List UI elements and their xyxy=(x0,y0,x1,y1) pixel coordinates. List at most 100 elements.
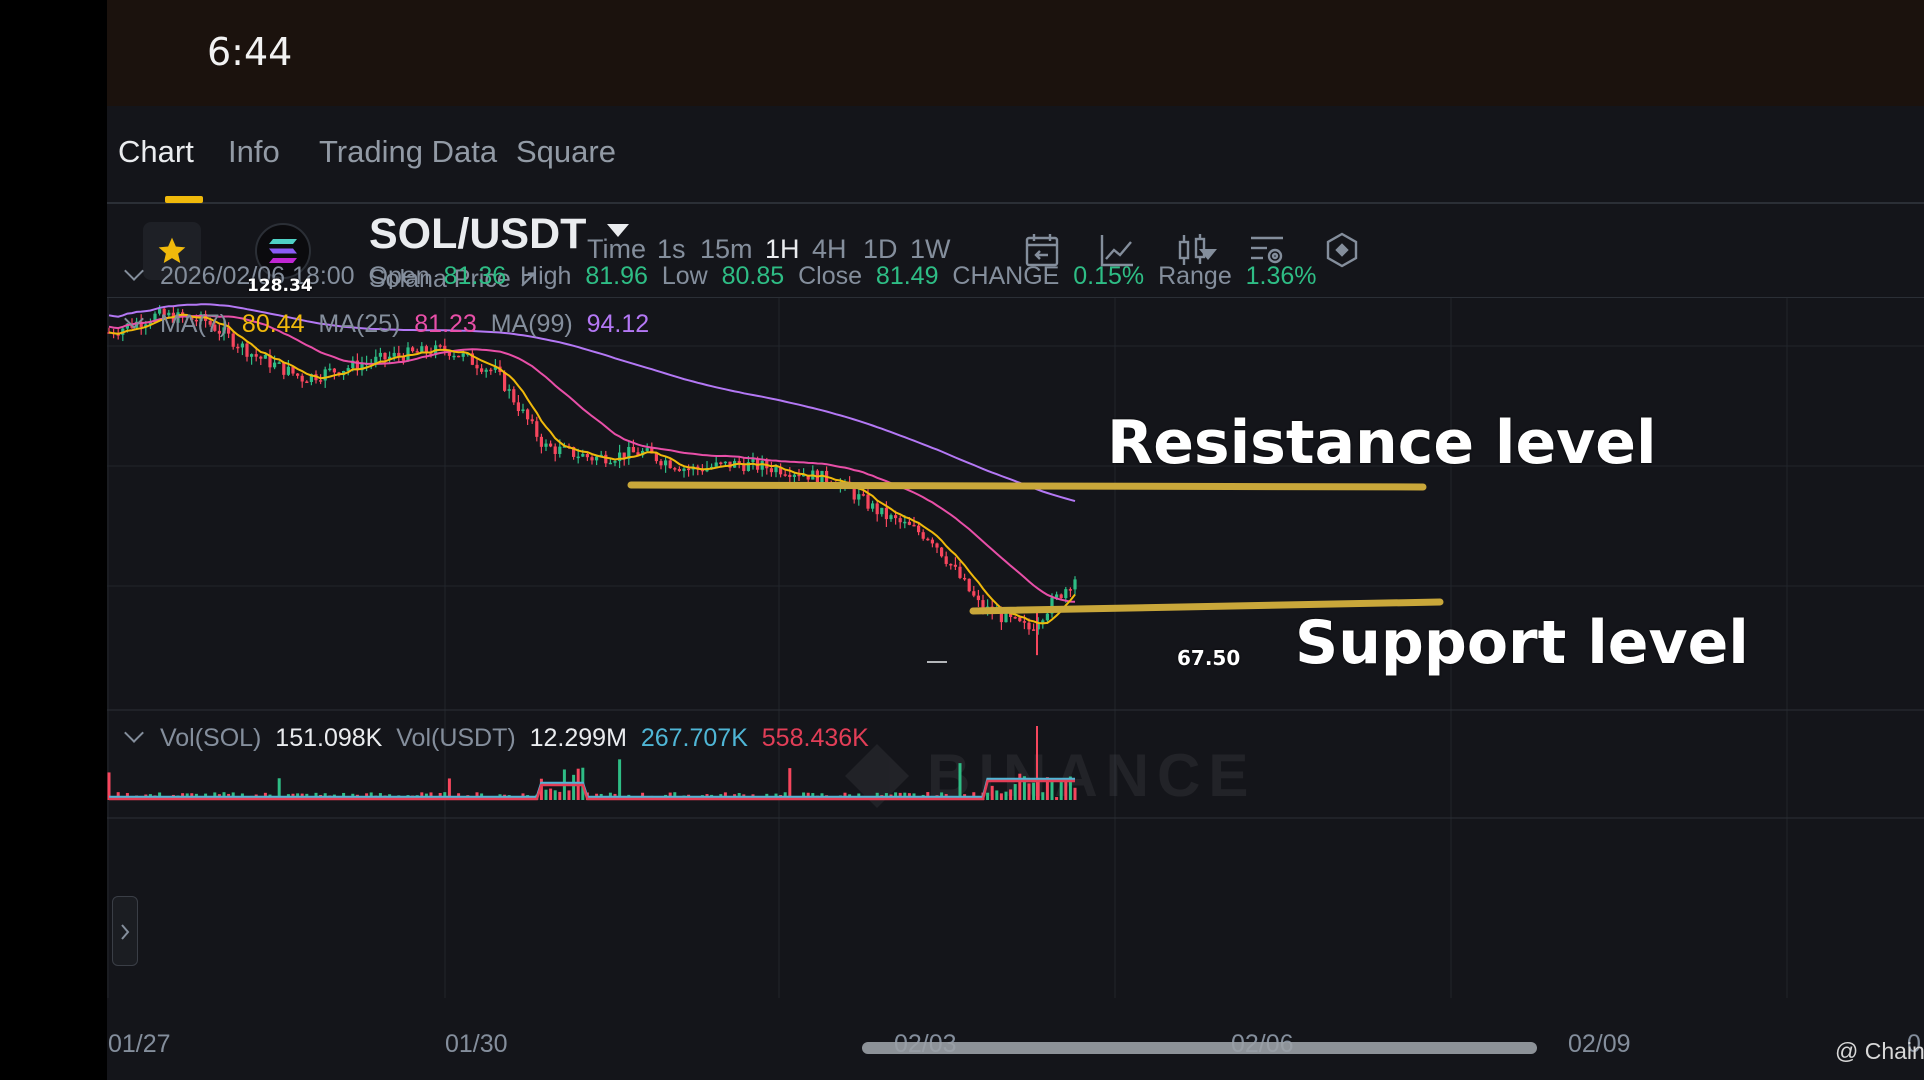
candle-body xyxy=(976,595,980,601)
candle-body xyxy=(797,474,801,477)
candle-body xyxy=(898,518,902,523)
candle-body xyxy=(668,460,672,469)
candle-body xyxy=(286,366,290,375)
candle-body xyxy=(245,343,249,357)
vol-sol-value: 151.098K xyxy=(275,724,383,752)
candle-body xyxy=(526,409,530,420)
indicator-icon[interactable] xyxy=(1322,230,1362,270)
timeframe-1s[interactable]: 1s xyxy=(657,234,686,265)
candle-body xyxy=(1018,617,1022,622)
candle-body xyxy=(682,468,686,472)
candle-body xyxy=(254,354,258,357)
candle-body xyxy=(1064,589,1068,599)
volume-bar xyxy=(558,791,562,800)
volume-bar xyxy=(1009,789,1013,800)
low-value: 80.85 xyxy=(721,262,785,290)
volume-collapse-chevron-icon[interactable] xyxy=(124,723,144,743)
candle-body xyxy=(1073,579,1077,590)
candle-body xyxy=(912,524,916,527)
timeframe-1w[interactable]: 1W xyxy=(910,234,951,265)
volume-bar xyxy=(995,790,999,800)
timeframe-1d[interactable]: 1D xyxy=(863,234,898,265)
range-label: Range xyxy=(1158,262,1232,290)
candle-body xyxy=(236,346,240,349)
ma25-label: MA(25) xyxy=(318,310,401,338)
timeframe-1h[interactable]: 1H xyxy=(765,234,800,265)
candle-body xyxy=(677,469,681,472)
candle-body xyxy=(484,369,488,372)
candle-body xyxy=(1059,594,1063,599)
candle-body xyxy=(581,454,585,457)
candle-body xyxy=(723,461,727,464)
candle-body xyxy=(263,354,267,359)
candle-body xyxy=(861,494,865,496)
candle-body xyxy=(659,461,663,466)
tab-info[interactable]: Info xyxy=(228,134,280,170)
timeframe-time[interactable]: Time xyxy=(587,234,646,265)
chart-area[interactable]: BINANCE 2026/02/06 18:00 Open 81.36 High… xyxy=(107,261,1924,1080)
candle-body xyxy=(792,474,796,477)
collapse-chevron-icon[interactable] xyxy=(124,261,144,281)
tab-trading-data[interactable]: Trading Data xyxy=(319,134,497,170)
pair-selector[interactable]: SOL/USDT xyxy=(369,210,586,259)
timeframe-4h[interactable]: 4H xyxy=(812,234,847,265)
volume-bar xyxy=(958,763,962,800)
volume-bar xyxy=(986,792,990,800)
candle-body xyxy=(411,347,415,352)
candle-body xyxy=(917,525,921,533)
high-price-marker: 128.34 xyxy=(247,276,313,296)
volume-bar xyxy=(990,785,994,800)
candle-body xyxy=(305,381,309,384)
expand-panel-button[interactable] xyxy=(112,896,138,966)
volume-bar xyxy=(1041,792,1045,800)
candle-body xyxy=(664,460,668,466)
candle-body xyxy=(871,503,875,509)
candle-body xyxy=(967,578,971,592)
candle-body xyxy=(503,372,507,391)
volume-row: Vol(SOL) 151.098K Vol(USDT) 12.299M 267.… xyxy=(124,723,869,753)
close-value: 81.49 xyxy=(875,262,939,290)
candle-body xyxy=(521,409,525,412)
tab-chart[interactable]: Chart xyxy=(118,134,194,170)
resistance-label: Resistance level xyxy=(1107,408,1657,478)
candle-body xyxy=(1032,629,1036,631)
ma25-value: 81.23 xyxy=(414,310,477,338)
vol-usdt-label: Vol(USDT) xyxy=(396,724,516,752)
candle-body xyxy=(512,389,516,403)
ma-collapse-chevron-icon[interactable] xyxy=(124,309,144,329)
candle-body xyxy=(282,362,286,375)
candle-body xyxy=(760,460,764,470)
tab-square[interactable]: Square xyxy=(516,134,616,170)
candle-body xyxy=(907,521,911,525)
candle-body xyxy=(673,468,677,470)
xtick-label: 01/30 xyxy=(445,1030,508,1058)
candle-body xyxy=(277,362,281,364)
candle-body xyxy=(1022,621,1026,623)
candle-body xyxy=(783,474,787,476)
ma99-label: MA(99) xyxy=(490,310,573,338)
candle-body xyxy=(539,436,543,447)
volume-bar xyxy=(1059,780,1063,800)
candle-body xyxy=(944,556,948,564)
volume-bar xyxy=(567,790,571,800)
candle-body xyxy=(553,446,557,454)
candle-body xyxy=(958,566,962,578)
timeframe-15m[interactable]: 15m xyxy=(700,234,753,265)
candle-body xyxy=(516,402,520,412)
ma7-value: 80.44 xyxy=(241,310,305,338)
candle-body xyxy=(332,368,336,373)
time-scrollbar[interactable] xyxy=(862,1042,1537,1054)
candle-body xyxy=(507,389,511,391)
candle-body xyxy=(930,539,934,544)
volume-bar xyxy=(1050,779,1054,800)
candle-body xyxy=(300,375,304,382)
vol-usdt-value: 12.299M xyxy=(529,724,627,752)
vol-ma5-value: 267.707K xyxy=(640,724,748,752)
candle-body xyxy=(438,345,442,347)
candle-body xyxy=(544,443,548,447)
candle-body xyxy=(1045,613,1049,621)
vol-ma10-value: 558.436K xyxy=(761,724,869,752)
candle-body xyxy=(953,564,957,567)
high-label: High xyxy=(520,262,572,290)
volume-bar xyxy=(1018,773,1022,800)
